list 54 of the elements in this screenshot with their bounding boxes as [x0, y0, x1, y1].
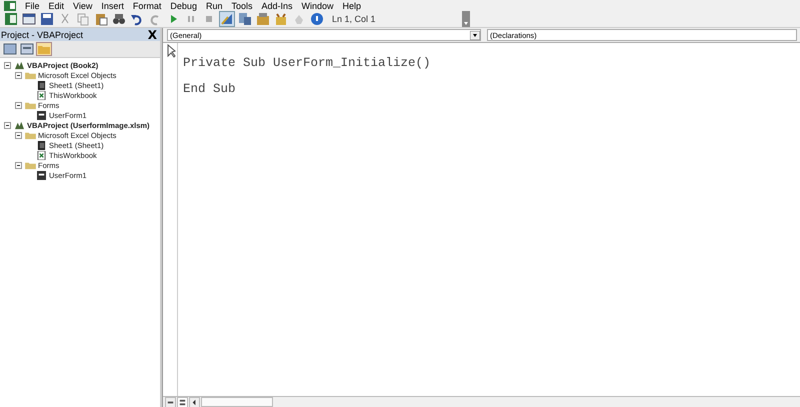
menu-item[interactable]: Add-Ins: [261, 0, 293, 10]
collapse-toggle[interactable]: [15, 132, 23, 138]
code-line: Private Sub UserForm_Initialize(): [183, 56, 431, 70]
help-icon[interactable]: [310, 12, 324, 26]
menu-item[interactable]: Insert: [101, 0, 124, 10]
panel-title: Project - VBAProject: [1, 30, 84, 40]
project-icon: [14, 120, 25, 130]
full-module-view-icon[interactable]: [177, 396, 188, 407]
procedure-view-icon[interactable]: [165, 396, 176, 407]
collapse-toggle[interactable]: [15, 72, 23, 78]
sheet-icon: [36, 140, 47, 150]
form-icon: [36, 170, 47, 180]
view-code-icon[interactable]: [3, 43, 17, 55]
collapse-toggle[interactable]: [4, 62, 12, 68]
menu-item[interactable]: Run: [206, 0, 222, 10]
menu-item[interactable]: View: [73, 0, 92, 10]
design-mode-icon[interactable]: [220, 12, 234, 26]
undo-icon[interactable]: [130, 12, 144, 26]
toolbox-icon[interactable]: [274, 12, 288, 26]
excel-icon: [4, 0, 16, 10]
folder-icon: [25, 130, 36, 140]
toolbar-options-icon[interactable]: [462, 11, 470, 27]
menu-item[interactable]: Tools: [231, 0, 252, 10]
code-line: End Sub: [183, 82, 236, 96]
excel-icon[interactable]: [4, 12, 18, 26]
binoculars-icon[interactable]: [112, 12, 126, 26]
folder-icon: [25, 70, 36, 80]
form-icon: [36, 110, 47, 120]
collapse-toggle[interactable]: [4, 122, 12, 128]
menu-item[interactable]: Window: [302, 0, 334, 10]
menu-item[interactable]: Help: [342, 0, 362, 10]
toggle-folders-icon[interactable]: [37, 43, 51, 55]
sheet-icon: [36, 80, 47, 90]
dropdown-arrow-icon: [470, 30, 480, 40]
menu-item[interactable]: Debug: [170, 0, 197, 10]
project-explorer-icon[interactable]: [238, 12, 252, 26]
menu-item[interactable]: Edit: [48, 0, 64, 10]
scroll-left-icon[interactable]: [189, 396, 200, 407]
workbook-icon: [36, 90, 47, 100]
collapse-toggle[interactable]: [15, 162, 23, 168]
view-object-icon[interactable]: [20, 43, 34, 55]
menu-item[interactable]: File: [25, 0, 40, 10]
form-icon[interactable]: [22, 12, 36, 26]
menu-item[interactable]: Format: [132, 0, 162, 10]
workbook-icon: [36, 150, 47, 160]
close-button[interactable]: X: [144, 28, 160, 40]
horizontal-scrollbar[interactable]: [201, 397, 273, 407]
project-icon: [14, 60, 25, 70]
collapse-toggle[interactable]: [15, 102, 23, 108]
save-icon[interactable]: [40, 12, 54, 26]
paste-icon[interactable]: [94, 12, 108, 26]
folder-icon: [25, 100, 36, 110]
cursor-position: Ln 1, Col 1: [332, 14, 377, 24]
folder-icon: [25, 160, 36, 170]
